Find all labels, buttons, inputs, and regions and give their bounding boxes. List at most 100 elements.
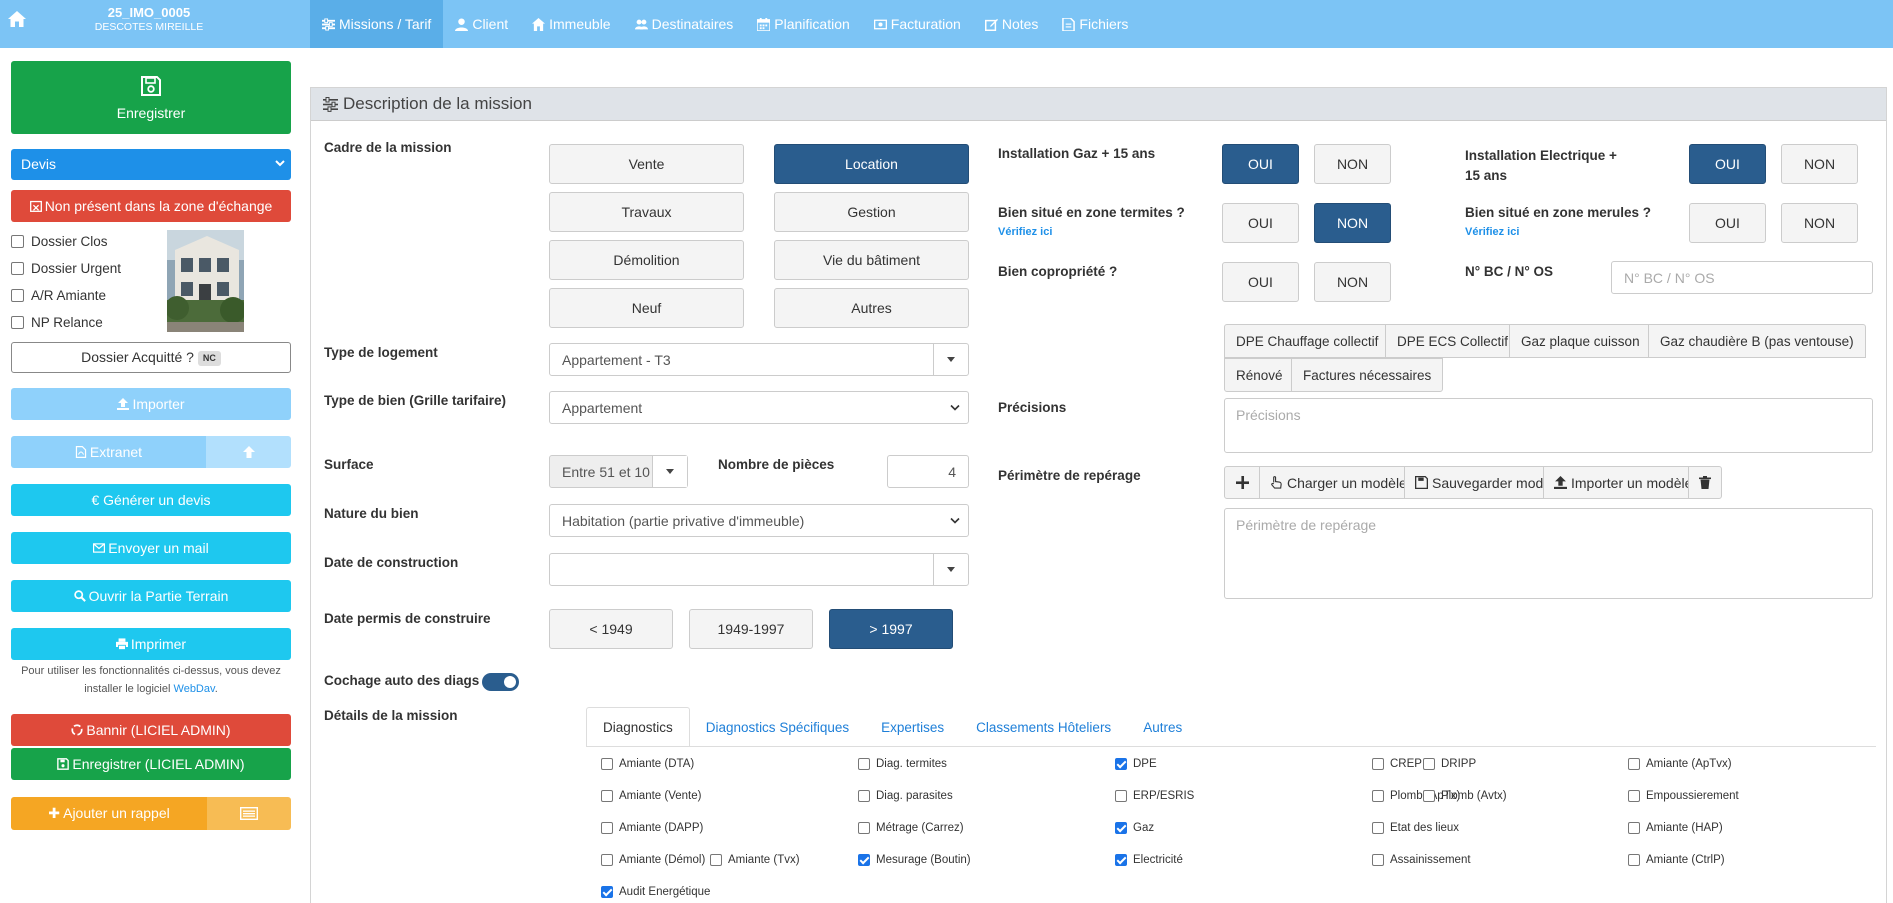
checkbox-dossier-urgent[interactable]: Dossier Urgent [11, 261, 121, 276]
diag-checkbox-mesurage-boutin[interactable]: Mesurage (Boutin) [858, 854, 971, 866]
add-reminder-button[interactable]: ✚ Ajouter un rappel [11, 797, 207, 830]
nav-missions-tarif[interactable]: Missions / Tarif [310, 0, 444, 48]
diag-checkbox-crep[interactable]: CREP [1372, 758, 1422, 770]
termites-non-button[interactable]: NON [1314, 203, 1391, 243]
checkbox[interactable] [11, 262, 24, 275]
dossier-acquitte-button[interactable]: Dossier Acquitté ? NC [11, 342, 291, 373]
absent-exchange-zone-button[interactable]: Non présent dans la zone d'échange [11, 190, 291, 222]
import-model-button[interactable]: Importer un modèle [1543, 466, 1704, 499]
cochage-auto-toggle[interactable] [482, 673, 519, 691]
ban-admin-button[interactable]: Bannir (LICIEL ADMIN) [11, 714, 291, 746]
open-field-part-button[interactable]: Ouvrir la Partie Terrain [11, 580, 291, 612]
checkbox[interactable] [1115, 854, 1127, 866]
checkbox[interactable] [601, 758, 613, 770]
permis-option-after-1997[interactable]: > 1997 [829, 609, 953, 649]
checkbox[interactable] [601, 854, 613, 866]
checkbox[interactable] [1628, 758, 1640, 770]
extranet-button[interactable]: Extranet [11, 436, 206, 468]
checkbox[interactable] [11, 289, 24, 302]
diag-checkbox-amiante-vente[interactable]: Amiante (Vente) [601, 790, 701, 802]
tab-expertises[interactable]: Expertises [865, 707, 960, 747]
diag-checkbox-erp-esris[interactable]: ERP/ESRIS [1115, 790, 1194, 802]
checkbox[interactable] [601, 790, 613, 802]
tag-gaz-plaque-cuisson[interactable]: Gaz plaque cuisson [1509, 324, 1652, 358]
save-admin-button[interactable]: Enregistrer (LICIEL ADMIN) [11, 748, 291, 780]
gaz-non-button[interactable]: NON [1314, 144, 1391, 184]
checkbox[interactable] [1115, 822, 1127, 834]
copro-non-button[interactable]: NON [1314, 262, 1391, 302]
tag-factures-necessaires[interactable]: Factures nécessaires [1291, 358, 1444, 392]
diag-checkbox-gaz[interactable]: Gaz [1115, 822, 1154, 834]
checkbox[interactable] [1372, 790, 1384, 802]
nav-destinataires[interactable]: Destinataires [623, 0, 746, 48]
type-bien-select[interactable]: Appartement [549, 391, 969, 424]
tab-diagnostics[interactable]: Diagnostics [586, 707, 690, 747]
type-logement-select[interactable]: Appartement - T3 [549, 343, 969, 376]
nav-planification[interactable]: Planification [745, 0, 862, 48]
bc-os-input[interactable]: N° BC / N° OS [1611, 261, 1873, 294]
checkbox[interactable] [1628, 854, 1640, 866]
checkbox[interactable] [858, 854, 870, 866]
diag-checkbox-assainissement[interactable]: Assainissement [1372, 854, 1471, 866]
cadre-option-neuf[interactable]: Neuf [549, 288, 744, 328]
tag-dpe-ecs-collectif[interactable]: DPE ECS Collectif [1385, 324, 1521, 358]
diag-checkbox-amiante-d-mol[interactable]: Amiante (Démol) [601, 854, 705, 866]
nav-facturation[interactable]: Facturation [862, 0, 973, 48]
tag-dpe-chauffage-collectif[interactable]: DPE Chauffage collectif [1224, 324, 1391, 358]
date-construction-select[interactable] [549, 553, 969, 586]
cadre-option-location[interactable]: Location [774, 144, 969, 184]
surface-select[interactable]: Entre 51 et 10 [549, 455, 688, 488]
checkbox[interactable] [1423, 758, 1435, 770]
checkbox[interactable] [1628, 822, 1640, 834]
load-model-button[interactable]: Charger un modèle [1259, 466, 1418, 499]
diag-checkbox-etat-des-lieux[interactable]: Etat des lieux [1372, 822, 1459, 834]
caret-down-icon[interactable] [933, 344, 968, 375]
diag-checkbox-audit-energ-tique[interactable]: Audit Energétique [601, 886, 710, 898]
import-button[interactable]: Importer [11, 388, 291, 420]
checkbox[interactable] [11, 316, 24, 329]
save-button[interactable]: Enregistrer [11, 61, 291, 134]
checkbox[interactable] [601, 822, 613, 834]
checkbox[interactable] [1372, 758, 1384, 770]
tag-gaz-chaudiere-b[interactable]: Gaz chaudière B (pas ventouse) [1648, 324, 1866, 358]
status-select[interactable]: Devis [11, 149, 291, 180]
caret-down-icon[interactable] [652, 456, 687, 487]
extranet-upload-button[interactable] [206, 436, 291, 468]
diag-checkbox-amiante-ctrlp[interactable]: Amiante (CtrlP) [1628, 854, 1725, 866]
permis-option-1949-1997[interactable]: 1949-1997 [689, 609, 813, 649]
tag-renove[interactable]: Rénové [1224, 358, 1295, 392]
diag-checkbox-amiante-dapp[interactable]: Amiante (DAPP) [601, 822, 703, 834]
diag-checkbox-electricit[interactable]: Electricité [1115, 854, 1183, 866]
reminder-list-button[interactable] [207, 797, 291, 830]
diag-checkbox-dpe[interactable]: DPE [1115, 758, 1157, 770]
cadre-option-gestion[interactable]: Gestion [774, 192, 969, 232]
diag-checkbox-m-trage-carrez[interactable]: Métrage (Carrez) [858, 822, 964, 834]
checkbox[interactable] [858, 822, 870, 834]
diag-checkbox-dripp[interactable]: DRIPP [1423, 758, 1476, 770]
caret-down-icon[interactable] [933, 554, 968, 585]
checkbox[interactable] [1423, 790, 1435, 802]
precisions-textarea[interactable]: Précisions [1224, 398, 1873, 453]
pieces-input[interactable]: 4 [887, 455, 969, 488]
nav-immeuble[interactable]: Immeuble [520, 0, 622, 48]
checkbox[interactable] [1115, 758, 1127, 770]
checkbox[interactable] [1372, 822, 1384, 834]
diag-checkbox-amiante-tvx[interactable]: Amiante (Tvx) [710, 854, 800, 866]
property-photo[interactable] [167, 230, 244, 332]
termites-oui-button[interactable]: OUI [1222, 203, 1299, 243]
elec-non-button[interactable]: NON [1781, 144, 1858, 184]
generate-quote-button[interactable]: € Générer un devis [11, 484, 291, 516]
cadre-option-vie-batiment[interactable]: Vie du bâtiment [774, 240, 969, 280]
tab-autres[interactable]: Autres [1127, 707, 1198, 747]
copro-oui-button[interactable]: OUI [1222, 262, 1299, 302]
gaz-oui-button[interactable]: OUI [1222, 144, 1299, 184]
tab-classements-hoteliers[interactable]: Classements Hôteliers [960, 707, 1127, 747]
termites-verify-link[interactable]: Vérifiez ici [998, 226, 1052, 238]
checkbox[interactable] [601, 886, 613, 898]
diag-checkbox-empoussierement[interactable]: Empoussierement [1628, 790, 1739, 802]
nav-client[interactable]: Client [443, 0, 520, 48]
diag-checkbox-plomb-avtx[interactable]: Plomb (Avtx) [1423, 790, 1507, 802]
checkbox[interactable] [1372, 854, 1384, 866]
cadre-option-autres[interactable]: Autres [774, 288, 969, 328]
elec-oui-button[interactable]: OUI [1689, 144, 1766, 184]
